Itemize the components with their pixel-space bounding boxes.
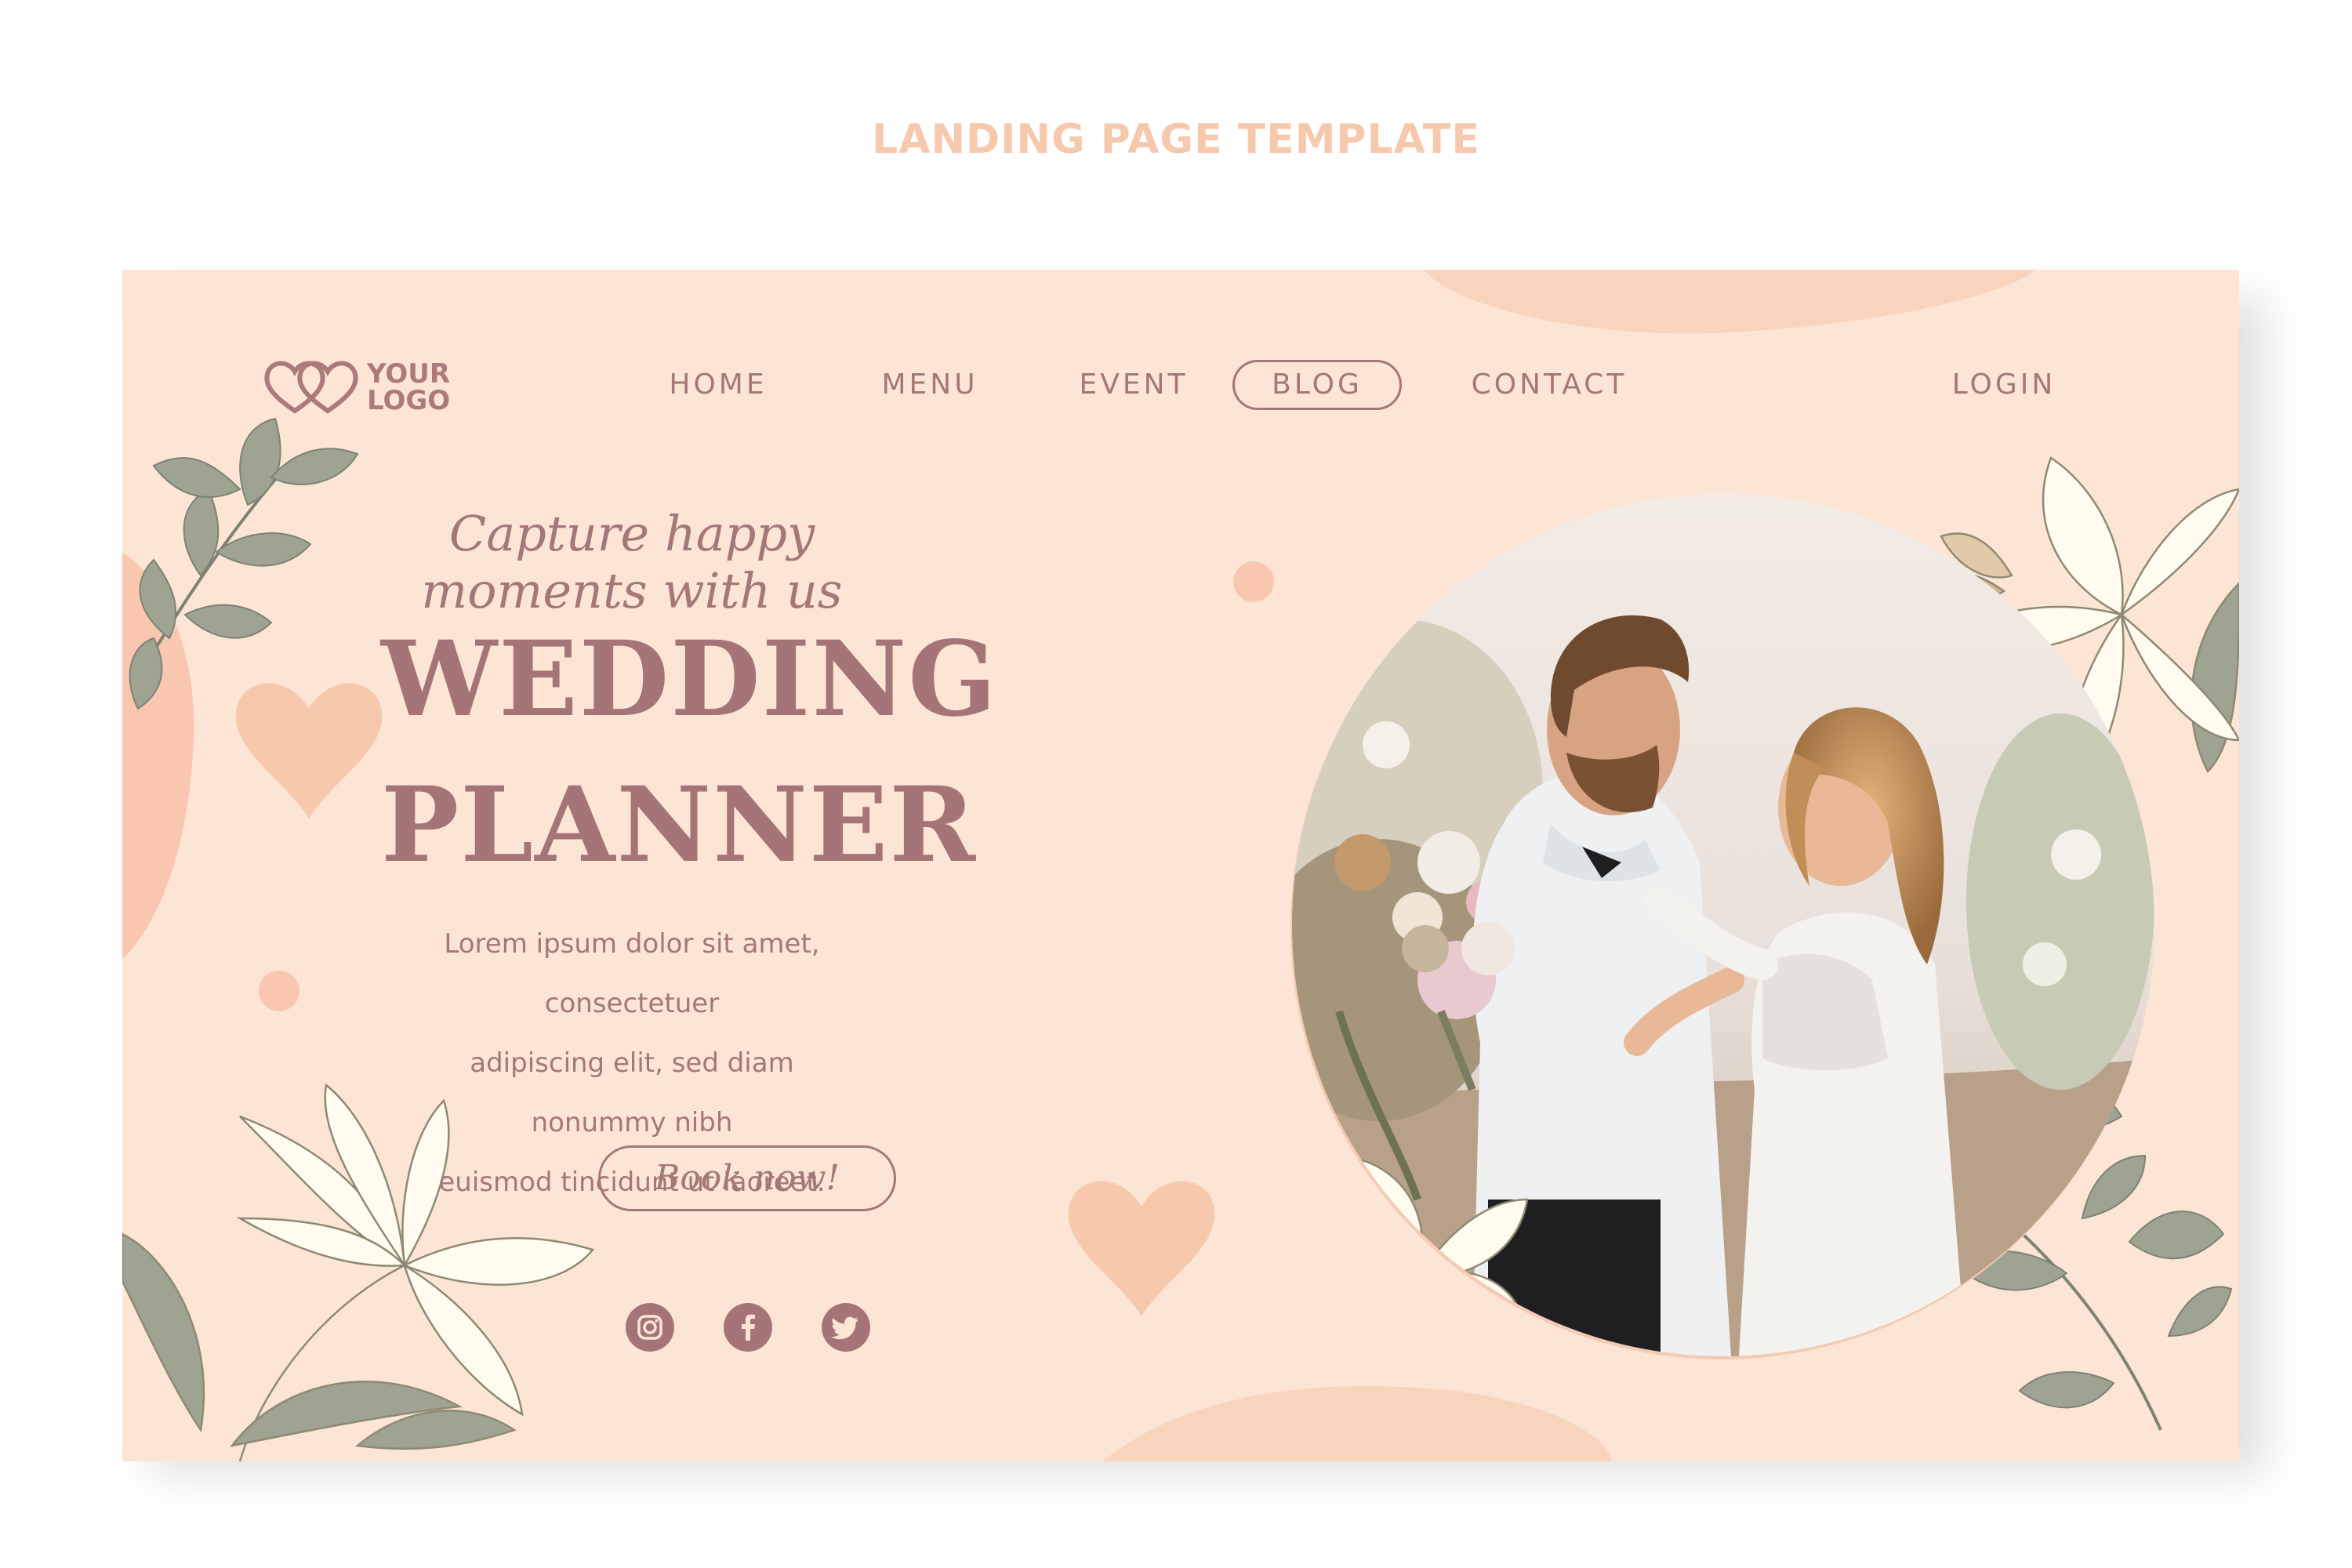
- headline-line-2: PLANNER: [381, 764, 978, 886]
- bottom-blob: [1102, 1386, 1612, 1461]
- facebook-icon[interactable]: [724, 1303, 772, 1352]
- logo-text: YOUR LOGO: [367, 361, 450, 414]
- nav-blog[interactable]: BLOG: [1232, 360, 1402, 410]
- body-line-1: Lorem ipsum dolor sit amet, consectetuer: [444, 928, 820, 1019]
- nav-login[interactable]: LOGIN: [1926, 360, 2082, 410]
- dot-decoration: [259, 971, 299, 1011]
- double-heart-icon: [264, 361, 358, 414]
- headline-line-1: WEDDING: [381, 619, 998, 740]
- nav-home[interactable]: HOME: [640, 360, 797, 410]
- heart-decoration: [235, 683, 383, 818]
- top-blob: [1424, 270, 2035, 334]
- heart-decoration: [1068, 1181, 1215, 1316]
- hero-tagline: Capture happy moments with us: [421, 505, 843, 619]
- nav-contact[interactable]: CONTACT: [1447, 360, 1651, 410]
- nav-event[interactable]: EVENT: [1055, 360, 1212, 410]
- couple-photo: [1292, 494, 2154, 1356]
- book-now-button[interactable]: Book now!: [598, 1145, 896, 1211]
- logo[interactable]: YOUR LOGO: [263, 356, 483, 419]
- page-caption: LANDING PAGE TEMPLATE: [872, 116, 1480, 163]
- logo-line-1: YOUR: [367, 358, 451, 390]
- dot-decoration: [1233, 561, 1274, 602]
- body-line-2: adipiscing elit, sed diam nonummy nibh: [470, 1047, 794, 1138]
- nav-menu[interactable]: MENU: [851, 360, 1008, 410]
- instagram-icon[interactable]: [626, 1303, 674, 1352]
- twitter-icon[interactable]: [822, 1303, 870, 1352]
- logo-line-2: LOGO: [367, 385, 451, 416]
- landing-page-card: YOUR LOGO HOME MENU EVENT BLOG CONTACT L…: [122, 270, 2239, 1461]
- hero-headline: WEDDING PLANNER: [381, 607, 998, 898]
